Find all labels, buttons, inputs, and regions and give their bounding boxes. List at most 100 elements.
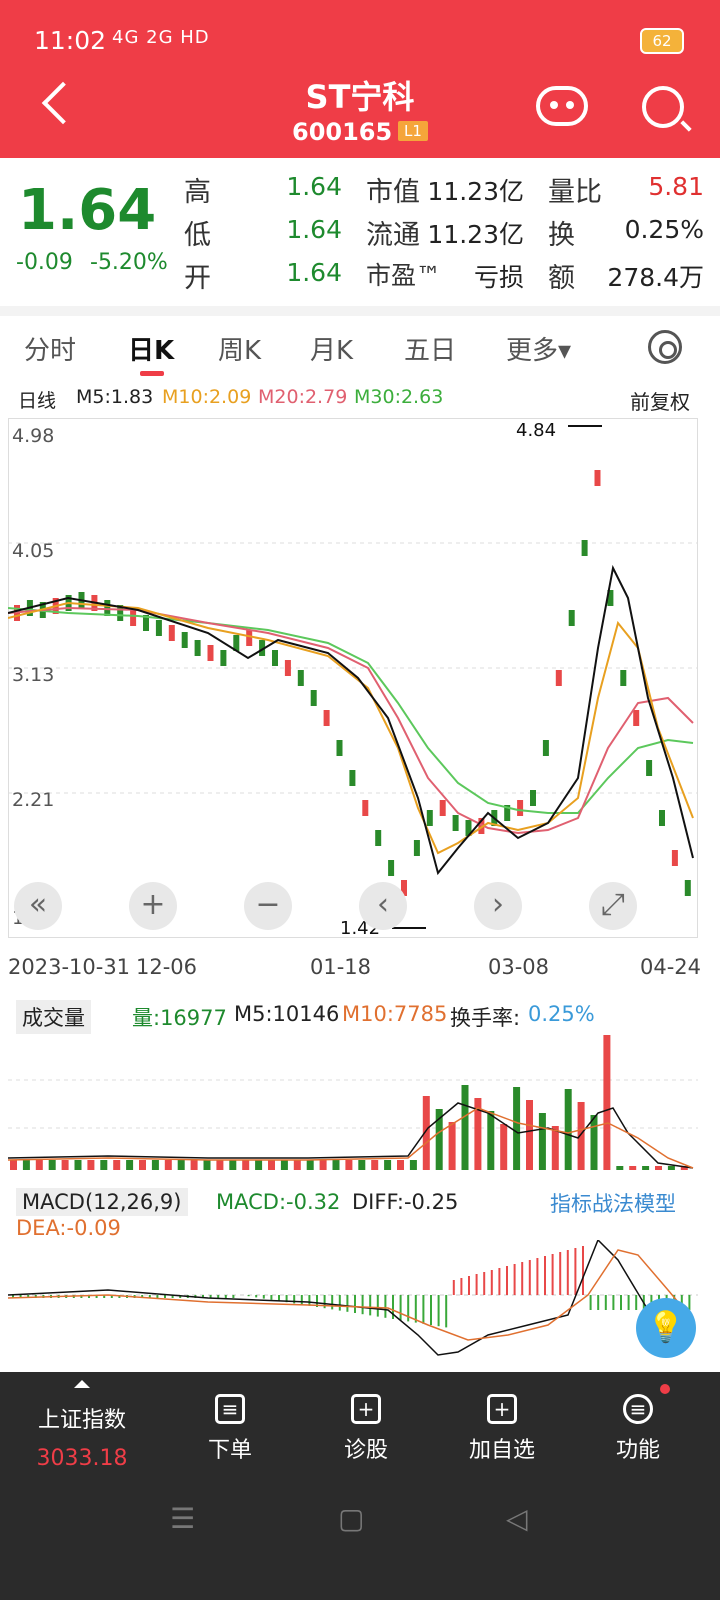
ma5-value: M5:1.83 [76,386,154,408]
macd-bar [544,1256,546,1295]
volume-bar [513,1087,521,1170]
candle [349,770,356,786]
volume-bar [216,1160,224,1170]
tab-weekly-k[interactable]: 周K [218,330,261,367]
macd-bar [369,1295,372,1316]
prev-button[interactable]: ‹ [359,882,407,930]
fullscreen-button[interactable]: ⤢ [589,882,637,930]
candle [452,815,459,831]
gear-icon[interactable] [648,330,682,364]
macd-bar [589,1295,592,1310]
candle [388,860,395,876]
value-low: 1.64 [286,215,342,244]
label-market-cap: 市值 [366,177,420,208]
tab-intraday[interactable]: 分时 [24,330,76,367]
app-header: 11:02 4G 2G HD 62 ST宁科 600165 L1 [0,0,720,158]
value-volume-ratio: 5.81 [648,172,704,201]
volume-bar [126,1160,134,1170]
volume-bar [190,1160,198,1170]
macd-bar [384,1295,387,1318]
macd-bar [308,1295,311,1306]
value-high: 1.64 [286,172,342,201]
candle [542,740,549,756]
diagnose-icon: + [351,1394,381,1424]
nav-label: 功能 [615,1438,660,1463]
macd-bar [452,1280,455,1295]
document-icon: ≡ [215,1394,245,1424]
nav-add-watchlist[interactable]: + 加自选 [442,1394,562,1464]
add-icon: + [487,1394,517,1424]
value-float-cap: 11.23亿 [427,220,524,249]
candle [413,840,420,856]
candle [684,880,691,896]
volume-bar [564,1089,572,1170]
volume-bar [667,1166,675,1170]
macd-bar [422,1295,425,1324]
divider [0,306,720,316]
macd-selector[interactable]: MACD(12,26,9) [16,1188,188,1216]
tab-daily-k[interactable]: 日K [128,330,174,367]
index-value: 3033.18 [36,1446,128,1471]
rewind-button[interactable]: « [14,882,62,930]
y-label: 2.21 [12,789,54,811]
chevron-up-icon[interactable] [74,1380,90,1388]
macd-bar [536,1258,539,1295]
nav-order[interactable]: ≡ 下单 [170,1394,290,1464]
search-icon[interactable] [642,86,684,128]
tab-monthly-k[interactable]: 月K [310,330,353,367]
value-turnover: 0.25% [624,215,704,244]
next-button[interactable]: › [474,882,522,930]
macd-bar [498,1268,501,1295]
tab-five-day[interactable]: 五日 [404,330,456,367]
robot-icon[interactable] [536,86,588,126]
tab-more[interactable]: 更多▾ [506,330,571,367]
macd-bar [627,1295,630,1310]
macd-bar [551,1254,554,1295]
index-ticker[interactable]: 上证指数 3033.18 [22,1402,142,1471]
home-icon[interactable]: ▢ [338,1502,364,1535]
adjust-mode[interactable]: 前复权 [630,386,690,415]
bottom-nav: 上证指数 3033.18 ≡ 下单 + 诊股 + 加自选 ≡ 功能 ☰ ▢ ◁ [0,1372,720,1600]
status-time: 11:02 [34,26,107,55]
macd-bar [376,1295,379,1317]
volume-bar [358,1160,366,1170]
macd-bar [247,1295,250,1297]
volume-bar [448,1122,456,1170]
macd-bar [528,1260,531,1295]
date-label: 12-06 [136,955,198,979]
high-marker: 4.84 [516,420,556,441]
nav-diagnose[interactable]: + 诊股 [306,1394,426,1464]
volume-bar [164,1160,172,1170]
macd-bar [270,1295,273,1300]
zoom-out-button[interactable]: − [244,882,292,930]
kline-chart[interactable]: 4.98 4.05 3.13 2.21 1.28 4.84 1.42 [8,418,698,938]
label-volume-ratio: 量比 [548,177,602,208]
candle [426,810,433,826]
macd-bar [346,1295,349,1312]
y-label-top: 4.98 [12,425,54,447]
back-nav-icon[interactable]: ◁ [506,1502,528,1535]
volume-bar [35,1160,43,1170]
ma30-value: M30:2.63 [354,386,444,408]
value-amount: 278.4万 [607,263,704,292]
macd-bar [460,1278,463,1295]
nav-functions[interactable]: ≡ 功能 [578,1394,698,1464]
macd-bar [262,1295,265,1299]
date-label: 04-24 [640,955,702,979]
macd-bar [430,1295,432,1325]
macd-chart [8,1240,698,1356]
volume-bar [461,1085,469,1170]
volume-bar [590,1115,598,1170]
zoom-in-button[interactable]: + [129,882,177,930]
macd-bar [490,1270,493,1295]
strategy-model-link[interactable]: 指标战法模型 [550,1188,676,1218]
macd-bar [521,1262,524,1295]
recent-apps-icon[interactable]: ☰ [170,1502,195,1535]
dea-value: DEA:-0.09 [16,1216,121,1240]
volume-bar [10,1160,17,1170]
price-change: -0.09 [16,250,73,275]
volume-bar [100,1160,108,1170]
lightbulb-icon[interactable]: 💡 [636,1298,696,1358]
volume-bar [255,1160,263,1170]
candle [207,645,214,661]
